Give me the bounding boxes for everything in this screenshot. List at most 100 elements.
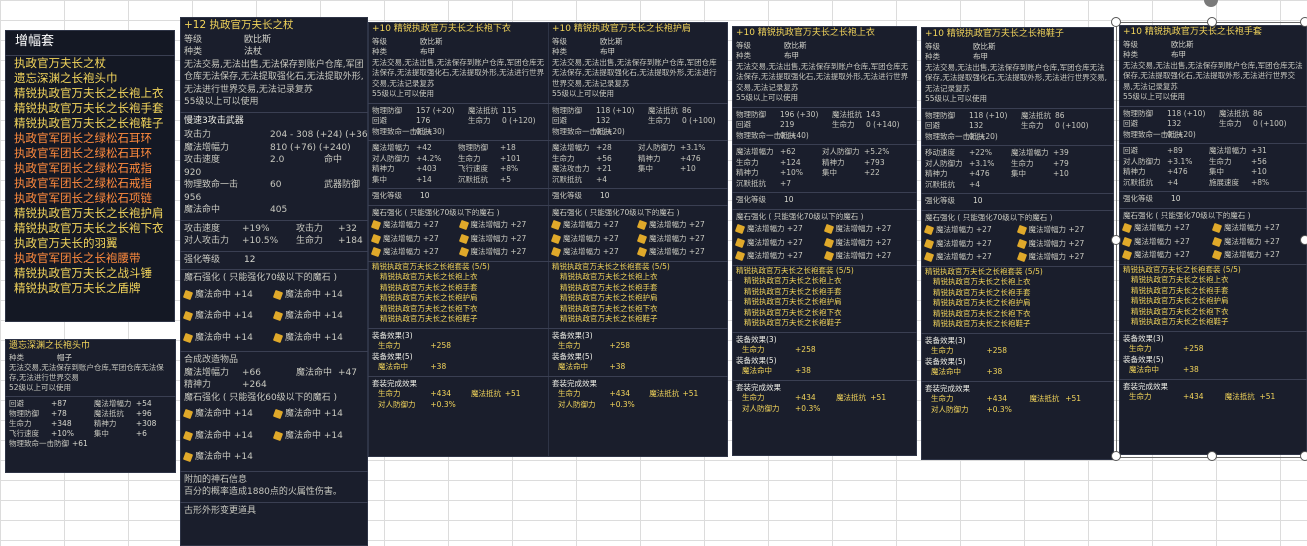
effect-name: 生命力 xyxy=(742,393,765,402)
set-list-item[interactable]: 执政官军团长之绿松石耳环 xyxy=(5,146,175,161)
stat-name: 魔法抵抗 xyxy=(832,109,862,119)
stat-name: 魔法抵抗 xyxy=(1021,110,1051,120)
stat-value: 0 (+100) xyxy=(1253,119,1287,128)
effect-name: 生命力 xyxy=(931,346,954,355)
stat-name: 生命力 xyxy=(1209,156,1232,166)
gem-slot: 魔法增幅力 +27 xyxy=(552,234,638,245)
set-list-panel: 增幅套 执政官万夫长之杖 遗忘深渊之长袍头巾 精锐执政官万夫长之长袍上衣 精锐执政官万… xyxy=(5,30,175,322)
resize-handle[interactable] xyxy=(1111,235,1121,245)
effect-value: +0.3% xyxy=(986,404,1012,414)
stat-name: 沉默抵抗 xyxy=(1123,177,1153,187)
stats-table: 回避 +87 魔法增幅力 +54 物理防御 +78 魔法抵抗 +96 生命力 +348 精神力 +30… xyxy=(5,396,176,449)
resize-handle[interactable] xyxy=(1300,17,1307,27)
effect-value xyxy=(870,366,913,377)
set-list-item[interactable]: 执政官万夫长之杖 xyxy=(5,56,175,71)
stat-value: 86 xyxy=(682,105,692,115)
stat-name: 魔法增幅力 xyxy=(184,142,230,153)
effect-row: 魔法命中 +38 xyxy=(732,366,917,377)
effect-value: +38 xyxy=(986,367,1003,376)
stat-value: +14 xyxy=(416,174,432,184)
base-stats: 物理防御 118 (+10) 魔法抵抗 86 回避 132 生命力 0 (+100) 物理致命一… xyxy=(548,102,728,138)
gem-header: 魔石强化 ( 只能强化70级以下的魔石 ) xyxy=(368,204,551,219)
stat-row: 回避 132 生命力 0 (+100) xyxy=(921,121,1114,132)
stat-value: 132 xyxy=(596,116,611,125)
set-list-item[interactable]: 执政官军团长之绿松石项链 xyxy=(5,191,175,206)
effect-value: +51 xyxy=(1259,392,1276,401)
stat-value: +264 xyxy=(242,380,267,390)
stat-value: 132 xyxy=(969,121,984,130)
stat-name: 精神力 xyxy=(925,169,948,178)
stat-row: 对人防御力 +3.1% 生命力 +56 xyxy=(1119,157,1307,168)
set-item: 精锐执政官万夫长之长袍下衣 xyxy=(1131,306,1229,316)
rotate-handle[interactable] xyxy=(1204,0,1218,7)
gem-list: 魔法增幅力 +27 魔法增幅力 +27 魔法增幅力 +27 魔法增幅力 +27 魔法增幅… xyxy=(732,222,917,262)
set-list-item[interactable]: 精锐执政官万夫长之长袍手套 xyxy=(5,101,175,116)
effect-header: 装备效果(3) xyxy=(548,327,728,342)
resize-handle[interactable] xyxy=(1111,17,1121,27)
effect-name: 魔法命中 xyxy=(742,366,772,375)
stat-value: +4 xyxy=(1167,177,1179,187)
gem-slot: 魔法增幅力 +27 xyxy=(372,247,460,258)
set-list-item[interactable]: 执政官军团长之长袍腰带 xyxy=(5,251,175,266)
stat-value: +5.2% xyxy=(864,147,890,156)
resize-handle[interactable] xyxy=(1300,451,1307,461)
stat-name: 回避 xyxy=(925,121,940,130)
stat-row: 生命力 +124 精神力 +793 xyxy=(732,158,917,169)
grade-label: 等级 xyxy=(736,40,751,50)
set-list-item[interactable]: 精锐执政官万夫长之长袍上衣 xyxy=(5,86,175,101)
set-list-item[interactable]: 精锐执政官万夫长之长袍护肩 xyxy=(5,206,175,221)
stat-value: +7 xyxy=(780,178,792,188)
effect-row: 对人防御力 +0.3% xyxy=(548,400,728,411)
stat-value: +31 xyxy=(1251,146,1267,155)
effect-row: 生命力 +258 xyxy=(1119,344,1307,355)
stat-name: 回避 xyxy=(1123,119,1138,128)
stat-name: 魔法增幅力 xyxy=(184,367,230,378)
item-title: +10 精锐执政官万夫长之长袍上衣 xyxy=(736,28,875,38)
effect-value xyxy=(505,400,547,411)
stat-row: 物理防御 118 (+10) 魔法抵抗 86 xyxy=(921,111,1114,122)
enhance-label: 强化等级 xyxy=(1123,194,1153,203)
gem-slot: 魔法增幅力 +27 xyxy=(825,251,914,262)
effect-row: 对人防御力 +0.3% xyxy=(921,405,1114,416)
resize-handle[interactable] xyxy=(1207,17,1217,27)
set-list-item[interactable]: 精锐执政官万夫长之长袍下衣 xyxy=(5,221,175,236)
stat-name: 生命力 xyxy=(1219,119,1242,128)
set-header: 精锐执政官万夫长之长袍套装 (5/5) xyxy=(548,260,728,273)
stat-row: 精神力 +10% 集中 +22 xyxy=(732,168,917,179)
level-req: 55级以上可以使用 xyxy=(372,89,435,98)
stat-name: 对人防御力 xyxy=(925,158,963,168)
stat-cell: 回避 +87 xyxy=(9,399,88,409)
stat-name: 对人防御力 xyxy=(1123,156,1161,166)
effect-name: 对人防御力 xyxy=(558,399,596,409)
set-list-item[interactable]: 遗忘深渊之长袍头巾 xyxy=(5,71,175,86)
stat-value: +61 xyxy=(72,439,88,448)
resize-handle[interactable] xyxy=(1207,451,1217,461)
resize-handle[interactable] xyxy=(1111,451,1121,461)
stat-value: +22 xyxy=(864,168,880,177)
bonus-stats: 魔法增幅力 +62 对人防御力 +5.2% 生命力 +124 精神力 +793 精神力 +10% 集… xyxy=(732,144,917,189)
set-list-item[interactable]: 精锐执政官万夫长之长袍鞋子 xyxy=(5,116,175,131)
set-list-item[interactable]: 精锐执政官万夫长之战斗锤 xyxy=(5,266,175,281)
stat-value: +476 xyxy=(680,153,701,163)
set-list-item[interactable]: 执政官军团长之绿松石耳环 xyxy=(5,131,175,146)
type-value: 法杖 xyxy=(244,47,263,57)
set-list-item[interactable]: 精锐执政官万夫长之盾牌 xyxy=(5,281,175,296)
enhance-label: 强化等级 xyxy=(552,191,582,200)
stat-name: 物理防御 xyxy=(372,105,402,115)
gem-slot: 魔法增幅力 +27 xyxy=(1213,250,1303,261)
stat-row: 魔法增幅力 810 (+76) (+240) xyxy=(180,142,368,155)
resize-handle[interactable] xyxy=(1300,235,1307,245)
effect-value: +434 xyxy=(795,393,816,402)
gem-list: 魔法增幅力 +27 魔法增幅力 +27 魔法增幅力 +27 魔法增幅力 +27 魔法增幅… xyxy=(368,218,551,258)
effect-value: +258 xyxy=(609,341,631,350)
stat-row: 魔法增幅力 +66 魔法命中 +47 xyxy=(180,367,368,380)
set-list-item[interactable]: 执政官万夫长的羽翼 xyxy=(5,236,175,251)
set-list-item[interactable]: 执政官军团长之绿松石戒指 xyxy=(5,161,175,176)
stat-row: 沉默抵抗 +4 施展速度 +8% xyxy=(1119,178,1307,189)
set-item: 精锐执政官万夫长之长袍手套 xyxy=(744,286,842,296)
item-title: +10 精锐执政官万夫长之长袍护肩 xyxy=(552,24,691,34)
stat-name: 回避 xyxy=(9,399,24,408)
set-list-item[interactable]: 执政官军团长之绿松石戒指 xyxy=(5,176,175,191)
stat-row: 回避 132 生命力 0 (+100) xyxy=(1119,119,1307,130)
stat-name: 飞行速度 xyxy=(458,164,488,173)
